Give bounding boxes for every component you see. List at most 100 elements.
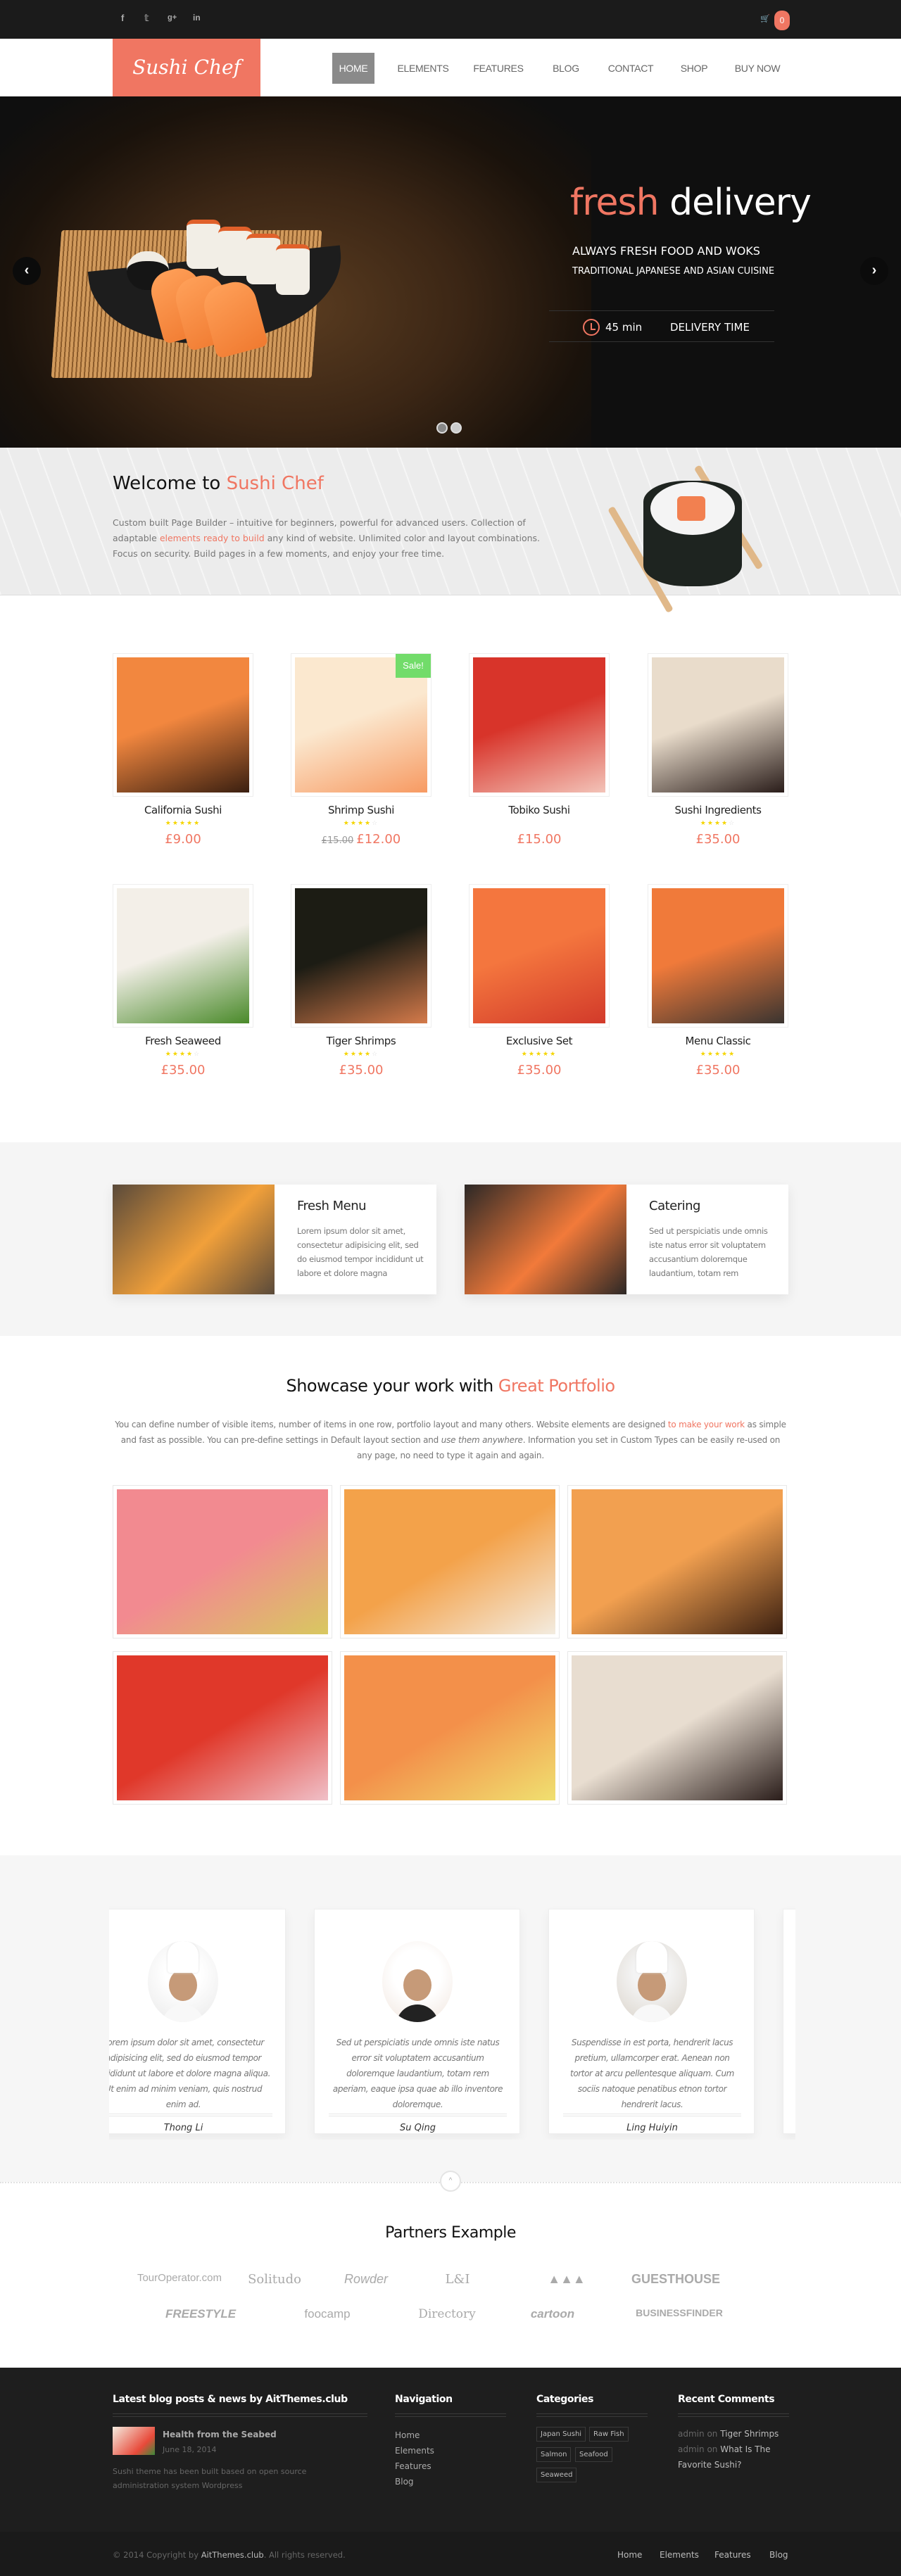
service-card[interactable]: Catering Sed ut perspiciatis unde omnis i…: [465, 1185, 788, 1294]
product-card[interactable]: California Sushi ★★★★★ £9.00: [113, 653, 253, 847]
cart-count-badge[interactable]: 0: [774, 11, 790, 30]
service-card[interactable]: Fresh Menu Lorem ipsum dolor sit amet, co…: [113, 1185, 436, 1294]
partner-logo[interactable]: Rowder: [324, 2272, 408, 2287]
product-name[interactable]: Tobiko Sushi: [469, 804, 610, 816]
star-filled-icon: ★: [179, 1050, 187, 1057]
product-image[interactable]: [648, 653, 788, 797]
partner-logo[interactable]: GUESTHOUSE: [626, 2272, 725, 2287]
product-image[interactable]: [113, 884, 253, 1028]
star-empty-icon: ☆: [729, 819, 736, 826]
slider-dot-2[interactable]: [450, 422, 462, 434]
product-card[interactable]: Sale! Shrimp Sushi ★★★★☆ £15.00 £12.00: [291, 653, 431, 847]
nav-item-home[interactable]: HOME: [332, 53, 374, 84]
product-rating: ★★★★★: [113, 819, 253, 828]
partner-logo[interactable]: Directory: [401, 2307, 493, 2321]
partner-logo[interactable]: FREESTYLE: [155, 2307, 246, 2321]
logo[interactable]: Sushi Chef: [113, 39, 260, 96]
footer-bottom-link[interactable]: Features: [714, 2550, 751, 2560]
partner-logo[interactable]: TourOperator.com: [127, 2272, 232, 2284]
welcome-text-link[interactable]: elements ready to build: [160, 533, 265, 543]
category-tag[interactable]: Seaweed: [536, 2468, 577, 2482]
product-name[interactable]: Exclusive Set: [469, 1035, 610, 1047]
category-tag[interactable]: Raw Fish: [589, 2427, 629, 2442]
partner-logo[interactable]: ▲▲▲: [521, 2272, 612, 2287]
blog-post-thumbnail[interactable]: [113, 2427, 155, 2455]
product-image[interactable]: [291, 884, 431, 1028]
testimonial-quote: Suspendisse in est porta, hendrerit lacu…: [570, 2038, 734, 2109]
product-image[interactable]: [469, 884, 610, 1028]
partner-logo[interactable]: foocamp: [275, 2307, 380, 2321]
cart-icon[interactable]: 🛒: [760, 14, 770, 23]
copyright-link[interactable]: AitThemes.club: [201, 2550, 264, 2560]
face: [169, 1969, 197, 2001]
product-name[interactable]: Shrimp Sushi: [291, 804, 431, 816]
slider-next-button[interactable]: ›: [860, 257, 888, 285]
testimonials-carousel[interactable]: Lorem ipsum dolor sit amet, consectetur …: [109, 1900, 795, 2140]
portfolio-item[interactable]: [340, 1651, 560, 1805]
product-card[interactable]: Menu Classic ★★★★★ £35.00: [648, 884, 788, 1078]
product-name[interactable]: Fresh Seaweed: [113, 1035, 253, 1047]
portfolio-item[interactable]: [113, 1485, 332, 1639]
category-tag[interactable]: Salmon: [536, 2447, 572, 2462]
portfolio-text-link[interactable]: to make your work: [668, 1420, 745, 1429]
product-name[interactable]: Tiger Shrimps: [291, 1035, 431, 1047]
linkedin-icon[interactable]: in: [193, 13, 201, 23]
nav-item-elements[interactable]: ELEMENTS: [391, 53, 455, 84]
product-card[interactable]: Tobiko Sushi £15.00: [469, 653, 610, 847]
product-name[interactable]: California Sushi: [113, 804, 253, 816]
portfolio-item[interactable]: [113, 1651, 332, 1805]
product-current-price: £15.00: [517, 832, 562, 847]
service-title[interactable]: Catering: [649, 1199, 700, 1213]
divider: [109, 2114, 272, 2116]
footer-bottom-link[interactable]: Elements: [660, 2550, 699, 2560]
blog-post-title[interactable]: Health from the Seabed: [163, 2430, 277, 2439]
sushi-roll: [276, 244, 310, 295]
slider-dot-1[interactable]: [436, 422, 448, 434]
back-to-top-button[interactable]: ^: [440, 2171, 461, 2192]
nav-item-contact[interactable]: CONTACT: [600, 53, 662, 84]
footer-nav-link[interactable]: Features: [395, 2458, 431, 2474]
portfolio-item[interactable]: [567, 1485, 787, 1639]
footer-bottom-link[interactable]: Blog: [769, 2550, 788, 2560]
product-image[interactable]: [469, 653, 610, 797]
star-filled-icon: ★: [722, 1050, 729, 1057]
face: [638, 1969, 666, 2001]
slider-prev-button[interactable]: ‹: [13, 257, 41, 285]
category-tag[interactable]: Seafood: [575, 2447, 612, 2462]
footer-nav-link[interactable]: Home: [395, 2427, 420, 2443]
facebook-icon[interactable]: f: [121, 13, 124, 23]
google-plus-icon[interactable]: g+: [168, 13, 177, 22]
welcome-title-accent: Sushi Chef: [226, 473, 324, 494]
product-card[interactable]: Exclusive Set ★★★★★ £35.00: [469, 884, 610, 1078]
partner-logo[interactable]: BUSINESSFINDER: [612, 2307, 746, 2318]
product-name[interactable]: Menu Classic: [648, 1035, 788, 1047]
nav-item-features[interactable]: FEATURES: [465, 53, 532, 84]
product-image[interactable]: Sale!: [291, 653, 431, 797]
product-card[interactable]: Tiger Shrimps ★★★★☆ £35.00: [291, 884, 431, 1078]
product-card[interactable]: Sushi Ingredients ★★★★☆ £35.00: [648, 653, 788, 847]
footer-nav-link[interactable]: Blog: [395, 2474, 414, 2489]
nav-item-shop[interactable]: SHOP: [672, 53, 717, 84]
twitter-icon[interactable]: 𝕥: [144, 13, 149, 24]
partner-logo[interactable]: cartoon: [514, 2307, 591, 2321]
product-price: £15.00 £12.00: [291, 832, 431, 847]
partner-logo[interactable]: L&I: [429, 2272, 486, 2287]
product-image[interactable]: [648, 884, 788, 1028]
footer-bottom-link[interactable]: Home: [617, 2550, 642, 2560]
nav-item-blog[interactable]: BLOG: [542, 53, 590, 84]
product-image[interactable]: [113, 653, 253, 797]
star-filled-icon: ★: [528, 1050, 536, 1057]
service-title[interactable]: Fresh Menu: [297, 1199, 367, 1213]
portfolio-item[interactable]: [567, 1651, 787, 1805]
footer-nav-link[interactable]: Elements: [395, 2443, 434, 2458]
partner-logo[interactable]: Solitudo: [232, 2272, 317, 2287]
product-card[interactable]: Fresh Seaweed ★★★★☆ £35.00: [113, 884, 253, 1078]
product-name[interactable]: Sushi Ingredients: [648, 804, 788, 816]
portfolio-item[interactable]: [340, 1485, 560, 1639]
service-text: Sed ut perspiciatis unde omnis iste natu…: [649, 1226, 768, 1278]
category-tag[interactable]: Japan Sushi: [536, 2427, 586, 2442]
nav-item-buy-now[interactable]: BUY NOW: [726, 53, 788, 84]
testimonial-author: Thong Li: [163, 2123, 203, 2133]
comment-post-link[interactable]: Tiger Shrimps: [720, 2429, 779, 2439]
copyright-text: . All rights reserved.: [263, 2550, 346, 2560]
